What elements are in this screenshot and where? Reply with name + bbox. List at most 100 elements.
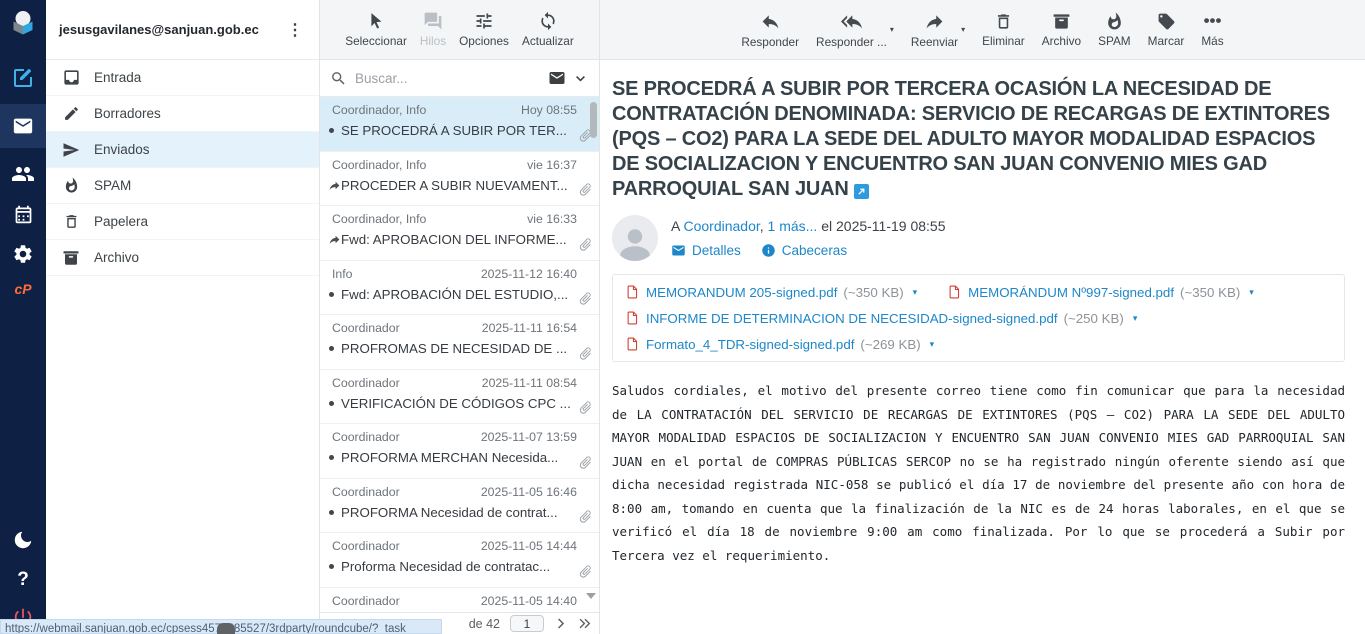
compose-icon[interactable] — [0, 58, 46, 98]
message-date: 2025-11-11 08:54 — [482, 376, 577, 390]
more-recipients-link[interactable]: 1 más... — [768, 218, 818, 234]
last-page-icon[interactable] — [577, 617, 593, 630]
forward-button[interactable]: Reenviar — [911, 11, 958, 49]
mark-button[interactable]: Marcar — [1148, 12, 1185, 48]
archive-button[interactable]: Archivo — [1042, 12, 1081, 48]
message-sender: Coordinador, Info — [332, 212, 426, 226]
threads-icon — [423, 11, 443, 31]
attachment-item[interactable]: INFORME DE DETERMINACION DE NECESIDAD-si… — [625, 310, 1137, 326]
message-date: 2025-11-12 16:40 — [481, 267, 577, 281]
archive-icon — [1052, 12, 1071, 31]
message-sender: Coordinador — [332, 376, 400, 390]
message-row[interactable]: Coordinador 2025-11-11 08:54 VERIFICACIÓN… — [320, 370, 599, 425]
message-status-icon — [328, 560, 341, 573]
more-button[interactable]: ••• Más — [1201, 11, 1223, 48]
fire-icon — [1105, 12, 1124, 31]
mail-icon[interactable] — [0, 104, 46, 148]
details-link[interactable]: Detalles — [671, 243, 741, 258]
message-row[interactable]: Coordinador, InfoHoy 08:55 SE PROCEDRÁ A… — [320, 97, 599, 152]
options-button[interactable]: Opciones — [459, 11, 509, 48]
webmail-logo[interactable] — [0, 0, 46, 44]
paperclip-icon — [578, 509, 593, 524]
message-list-toolbar: Seleccionar Hilos Opciones Actualizar — [320, 0, 599, 60]
fire-icon — [61, 176, 81, 196]
attachment-size: (~269 KB) — [860, 337, 920, 352]
refresh-icon — [538, 11, 558, 31]
message-date: Hoy 08:55 — [521, 103, 577, 117]
threads-button[interactable]: Hilos — [420, 11, 446, 48]
message-subject: SE PROCEDRÁ A SUBIR POR TER... — [341, 123, 577, 138]
search-options-chevron-icon[interactable] — [574, 72, 587, 85]
message-row[interactable]: Coordinador2025-11-05 14:40 — [320, 588, 599, 613]
folder-item-spam[interactable]: SPAM — [46, 168, 319, 204]
message-row[interactable]: Coordinador, Infovie 16:33 Fwd: APROBACI… — [320, 206, 599, 261]
message-subject: VERIFICACIÓN DE CÓDIGOS CPC ... — [341, 396, 577, 411]
message-row[interactable]: Coordinador2025-11-05 14:44 Proforma Nec… — [320, 533, 599, 588]
forward-caret-icon[interactable]: ▾ — [961, 25, 965, 34]
message-row[interactable]: Coordinador2025-11-05 16:46 PROFORMA Nec… — [320, 479, 599, 534]
folder-panel: jesusgavilanes@sanjuan.gob.ec ⋮ Entrada … — [46, 0, 320, 634]
attachment-item[interactable]: MEMORÁNDUM Nº997-signed.pdf (~350 KB) ▾ — [947, 284, 1254, 300]
folder-item-papelera[interactable]: Papelera — [46, 204, 319, 240]
paperclip-icon — [578, 291, 593, 306]
calendar-icon[interactable] — [0, 194, 46, 234]
message-subject: PROFORMA Necesidad de contrat... — [341, 505, 577, 520]
attachment-item[interactable]: Formato_4_TDR-signed-signed.pdf (~269 KB… — [625, 336, 934, 352]
search-scope-envelope-icon[interactable] — [548, 69, 566, 87]
paperclip-icon — [578, 182, 593, 197]
spam-button[interactable]: SPAM — [1098, 12, 1131, 48]
open-in-new-icon[interactable] — [854, 184, 869, 199]
message-row[interactable]: Coordinador, Infovie 16:37 PROCEDER A SU… — [320, 152, 599, 207]
account-bar: jesusgavilanes@sanjuan.gob.ec ⋮ — [46, 0, 319, 60]
message-list-panel: Seleccionar Hilos Opciones Actualizar Co… — [320, 0, 600, 634]
message-date: 2025-11-07 13:59 — [481, 430, 577, 444]
attachment-menu-caret-icon[interactable]: ▾ — [1133, 313, 1138, 324]
reply-button[interactable]: Responder — [741, 11, 799, 49]
archive-icon — [61, 248, 81, 268]
list-scrollbar-thumb[interactable] — [590, 102, 597, 138]
pencil-icon — [61, 104, 81, 124]
reply-all-button[interactable]: Responder ... — [816, 11, 887, 49]
folder-item-archivo[interactable]: Archivo — [46, 240, 319, 276]
delete-button[interactable]: Eliminar — [982, 12, 1025, 48]
attachment-menu-caret-icon[interactable]: ▾ — [930, 339, 935, 350]
dark-mode-icon[interactable] — [0, 520, 46, 560]
envelope-icon — [671, 243, 686, 258]
account-menu-icon[interactable]: ⋮ — [281, 20, 309, 40]
message-status-icon — [328, 506, 341, 519]
message-row[interactable]: Info2025-11-12 16:40 Fwd: APROBACIÓN DEL… — [320, 261, 599, 316]
settings-icon[interactable] — [0, 234, 46, 274]
attachment-name: MEMORANDUM 205-signed.pdf — [646, 285, 837, 300]
app-rail: cP ? — [0, 0, 46, 634]
folder-actions-icon[interactable] — [216, 621, 236, 634]
help-icon[interactable]: ? — [0, 560, 46, 600]
forward-icon — [924, 11, 945, 32]
message-row[interactable]: Coordinador2025-11-07 13:59 PROFORMA MER… — [320, 424, 599, 479]
search-input[interactable] — [355, 71, 540, 86]
message-sender: Coordinador — [332, 321, 400, 335]
folder-item-borradores[interactable]: Borradores — [46, 96, 319, 132]
select-button[interactable]: Seleccionar — [345, 11, 407, 48]
message-view-panel: Responder Responder ... ▾ Reenviar ▾ Eli… — [600, 0, 1365, 634]
attachment-menu-caret-icon[interactable]: ▾ — [913, 287, 918, 298]
recipient-link[interactable]: Coordinador — [683, 218, 759, 234]
current-page-button[interactable]: 1 — [510, 615, 544, 632]
attachment-item[interactable]: MEMORANDUM 205-signed.pdf (~350 KB) ▾ — [625, 284, 917, 300]
folder-item-enviados[interactable]: Enviados — [46, 132, 319, 168]
message-sender: Coordinador — [332, 539, 400, 553]
message-status-icon — [328, 342, 341, 355]
reply-all-caret-icon[interactable]: ▾ — [890, 25, 894, 34]
refresh-button[interactable]: Actualizar — [522, 11, 574, 48]
cursor-icon — [366, 11, 386, 31]
folder-item-entrada[interactable]: Entrada — [46, 60, 319, 96]
message-status-icon — [328, 397, 341, 410]
contacts-icon[interactable] — [0, 154, 46, 194]
attachment-menu-caret-icon[interactable]: ▾ — [1249, 287, 1254, 298]
cpanel-icon[interactable]: cP — [0, 274, 46, 304]
attachment-size: (~350 KB) — [843, 285, 903, 300]
list-scroll-down-icon[interactable] — [586, 593, 596, 599]
message-row[interactable]: Coordinador2025-11-11 16:54 PROFROMAS DE… — [320, 315, 599, 370]
next-page-icon[interactable] — [554, 617, 567, 630]
reply-all-icon — [841, 11, 862, 32]
headers-link[interactable]: Cabeceras — [761, 243, 847, 258]
